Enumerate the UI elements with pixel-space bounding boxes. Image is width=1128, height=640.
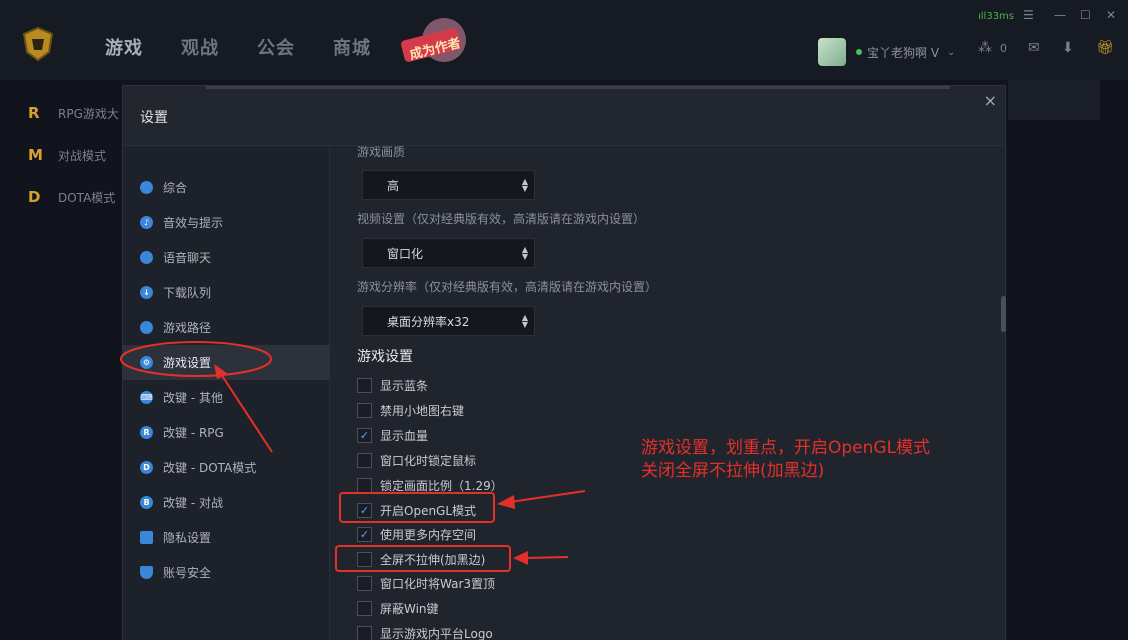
annotation-arrow (509, 490, 586, 503)
annotation-line-1: 游戏设置，划重点，开启OpenGL模式 (641, 438, 931, 458)
highlight-ellipse (120, 341, 272, 377)
annotation-overlay (120, 341, 586, 572)
annotation-line-2: 关闭全屏不拉伸(加黑边) (641, 461, 825, 481)
highlight-box-fullscreen (335, 545, 511, 572)
arrowhead-icon (214, 364, 228, 379)
annotation-arrow (220, 373, 273, 453)
annotation-arrow (524, 556, 569, 559)
arrowhead-icon (513, 551, 528, 565)
highlight-box-opengl (339, 492, 495, 523)
arrowhead-icon (497, 495, 515, 509)
annotation-note: 游戏设置，划重点，开启OpenGL模式 关闭全屏不拉伸(加黑边) (641, 437, 930, 483)
